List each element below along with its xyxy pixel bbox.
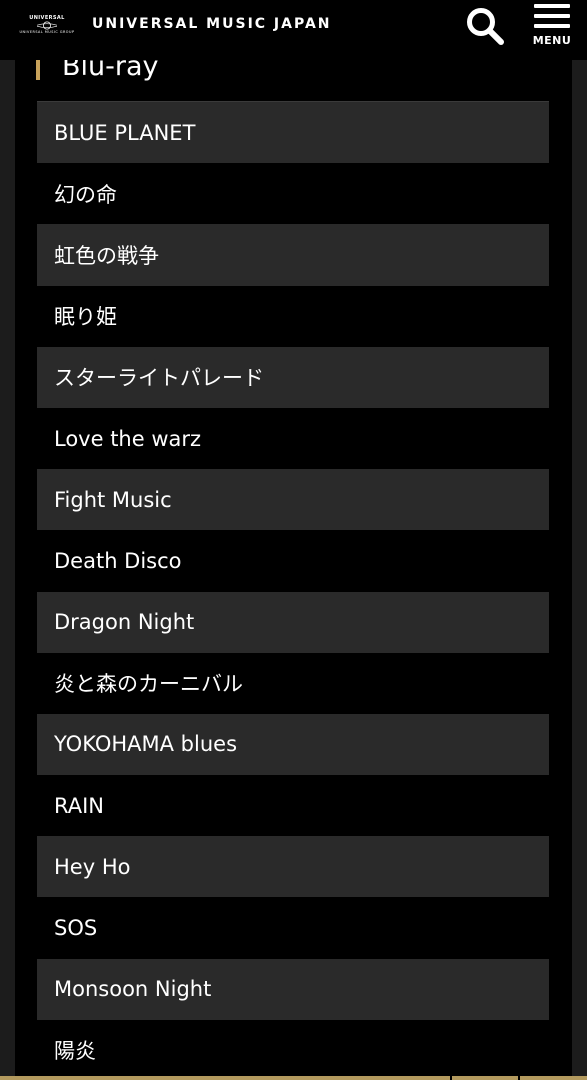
track-item[interactable]: Love the warz	[37, 408, 549, 469]
hamburger-bar	[534, 24, 570, 28]
track-list: BLUE PLANET 幻の命 虹色の戦争 眠り姫 スターライトパレード Lov…	[37, 101, 549, 1080]
right-gutter	[572, 0, 587, 1080]
track-item[interactable]: 幻の命	[37, 163, 549, 224]
hamburger-bar	[534, 14, 570, 18]
track-item[interactable]: スターライトパレード	[37, 346, 549, 408]
track-item[interactable]: Dragon Night	[37, 591, 549, 653]
logo-wordmark: UNIVERSAL	[29, 15, 65, 21]
track-item[interactable]: 炎と森のカーニバル	[37, 653, 549, 714]
heading-accent-bar	[36, 60, 40, 80]
logo-subtext: UNIVERSAL MUSIC GROUP	[19, 30, 75, 34]
search-button[interactable]	[464, 5, 506, 47]
bottom-bar-divider	[518, 1076, 520, 1080]
bottom-bar	[0, 1076, 587, 1080]
track-item[interactable]: 眠り姫	[37, 286, 549, 347]
track-item[interactable]: YOKOHAMA blues	[37, 713, 549, 776]
menu-button[interactable]: MENU	[528, 0, 576, 54]
track-item[interactable]: SOS	[37, 897, 549, 958]
track-item[interactable]: Hey Ho	[37, 836, 549, 898]
track-item[interactable]: Death Disco	[37, 530, 549, 591]
track-item[interactable]: RAIN	[37, 775, 549, 836]
brand-name[interactable]: UNIVERSAL MUSIC JAPAN	[92, 16, 332, 32]
track-item[interactable]: BLUE PLANET	[37, 102, 549, 164]
track-item[interactable]: 陽炎	[37, 1020, 549, 1080]
site-header: UNIVERSAL UNIVERSAL MUSIC GROUP UNIVERSA…	[0, 0, 587, 60]
track-item[interactable]: Monsoon Night	[37, 958, 549, 1020]
track-item[interactable]: 虹色の戦争	[37, 224, 549, 286]
universal-logo[interactable]: UNIVERSAL UNIVERSAL MUSIC GROUP	[14, 10, 80, 40]
menu-label: MENU	[532, 34, 572, 47]
globe-icon	[37, 21, 57, 30]
page: UNIVERSAL UNIVERSAL MUSIC GROUP UNIVERSA…	[0, 0, 587, 1080]
hamburger-menu-icon	[534, 4, 570, 8]
track-item[interactable]: Fight Music	[37, 469, 549, 531]
search-icon	[467, 8, 504, 45]
bottom-bar-divider	[450, 1076, 452, 1080]
left-gutter	[0, 0, 15, 1080]
